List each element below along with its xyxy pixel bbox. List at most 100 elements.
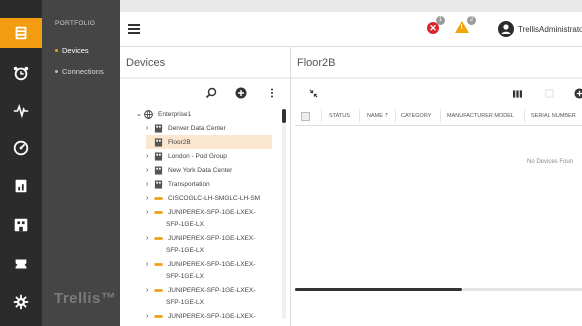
alarm-clock-icon[interactable] [0, 58, 42, 88]
brand-logo: Trellis™ [54, 290, 117, 307]
device-icon [154, 196, 163, 200]
collapse-arrows-icon[interactable] [309, 89, 318, 98]
hamburger-menu-icon[interactable] [128, 24, 140, 34]
device-icon [154, 210, 163, 214]
tree-item-label: SFP-1GE-LX [166, 220, 204, 228]
nav-item-label: Devices [62, 46, 89, 55]
tree-item-enterprise[interactable]: ⌄ Enterprise1 [136, 107, 191, 121]
chevron-right-icon[interactable]: › [146, 125, 154, 132]
chevron-right-icon[interactable]: › [146, 261, 154, 268]
connections-icon[interactable] [0, 249, 42, 279]
globe-icon [144, 109, 153, 119]
bullet-icon [55, 49, 58, 52]
warning-mark: ! [460, 24, 463, 31]
tree-item-label: JUNIPEREX-SFP-1GE-LXEX- [168, 286, 256, 294]
portfolio-icon[interactable] [0, 18, 42, 48]
tree-item-label: London - Pod Group [168, 152, 227, 160]
column-header-serial-number[interactable]: SERIAL NUMBER [531, 113, 576, 119]
column-header-name[interactable]: NAME ⇡ [367, 113, 389, 119]
nav-title: PORTFOLIO [55, 20, 96, 27]
tree-item-label: New York Data Center [168, 166, 233, 174]
tree-item-label: JUNIPEREX-SFP-1GE-LXEX- [168, 208, 256, 216]
building-icon [154, 151, 163, 161]
empty-state-message: No Devices Foun [527, 159, 574, 165]
search-icon[interactable] [205, 87, 217, 99]
device-icon [154, 236, 163, 240]
floor-panel-title: Floor2B [297, 57, 336, 69]
tree-item-continued: SFP-1GE-LX [166, 269, 204, 283]
portfolio-nav: PORTFOLIO Devices Connections Trellis™ [42, 0, 120, 326]
building-icon [154, 165, 163, 175]
tree-item-label: SFP-1GE-LX [166, 246, 204, 254]
tree-item-label: CISCOGLC-LH-SMGLC-LH-SM [168, 194, 261, 202]
tree-item-label: JUNIPEREX-SFP-1GE-LXEX- [168, 260, 256, 268]
user-name[interactable]: TrellisAdministrato [518, 25, 582, 34]
tree-item[interactable]: › London - Pod Group [146, 149, 227, 163]
chevron-right-icon[interactable]: › [146, 167, 154, 174]
user-avatar-icon[interactable] [498, 21, 514, 37]
header-checkbox[interactable] [301, 112, 310, 121]
icon-rail [0, 0, 42, 326]
tree-item[interactable]: › JUNIPEREX-SFP-1GE-LXEX- [146, 309, 255, 323]
tree-item-label: Floor2B [168, 138, 191, 146]
chevron-right-icon[interactable]: › [146, 287, 154, 294]
tree-item-selected[interactable]: Floor2B [146, 135, 272, 149]
tree-item-label: JUNIPEREX-SFP-1GE-LXEX- [168, 312, 256, 320]
devices-panel-title: Devices [126, 57, 166, 69]
table-hscroll-thumb[interactable] [295, 288, 462, 291]
nav-item-devices[interactable]: Devices [55, 46, 89, 55]
device-tree: ⌄ Enterprise1 › Denver Data Center Floor… [120, 107, 280, 326]
bullet-icon [55, 70, 58, 73]
add-icon[interactable] [574, 88, 582, 99]
divider [291, 77, 582, 79]
chevron-right-icon[interactable]: › [146, 195, 154, 202]
warning-count-badge: 2 [467, 16, 476, 25]
tree-item-label: Transportation [168, 180, 210, 188]
columns-view-icon[interactable] [513, 90, 522, 98]
nav-item-connections[interactable]: Connections [55, 67, 104, 76]
divider [120, 77, 290, 79]
tree-item-continued: SFP-1GE-LX [166, 243, 204, 257]
tree-scrollbar-thumb[interactable] [282, 109, 286, 123]
chevron-right-icon[interactable]: › [146, 153, 154, 160]
chevron-right-icon[interactable]: › [146, 181, 154, 188]
tree-item-label: JUNIPEREX-SFP-1GE-LXEX- [168, 234, 256, 242]
devices-panel: Devices ⌄ Enterprise1 › Denver Data Cent… [120, 47, 291, 326]
tree-item-label: SFP-1GE-LX [166, 272, 204, 280]
device-icon [154, 288, 163, 292]
nav-item-label: Connections [62, 67, 104, 76]
tree-item-label: SFP-1GE-LX [166, 298, 204, 306]
more-vertical-icon[interactable] [266, 87, 278, 99]
settings-gear-icon[interactable] [0, 287, 42, 317]
building-icon [154, 123, 163, 133]
gauge-icon[interactable] [0, 133, 42, 163]
tree-item-continued: SFP-1GE-LX [166, 295, 204, 309]
select-all-icon[interactable] [545, 89, 554, 98]
building-icon [154, 137, 163, 147]
tree-item[interactable]: › Denver Data Center [146, 121, 226, 135]
floor-panel: Floor2B STATUS NAME ⇡ CATEGORY MANUFACTU… [291, 47, 582, 326]
top-bar: ✕ 1 ! 2 TrellisAdministrato [120, 12, 582, 47]
tree-item-label: Denver Data Center [168, 124, 226, 132]
device-icon [154, 262, 163, 266]
activity-icon[interactable] [0, 96, 42, 126]
tree-item[interactable]: › New York Data Center [146, 163, 232, 177]
tree-item-continued: SFP-1GE-LX [166, 217, 204, 231]
column-header-status[interactable]: STATUS [329, 113, 350, 119]
column-header-manufacturer-model[interactable]: MANUFACTURER MODEL [447, 113, 514, 119]
device-icon [154, 314, 163, 318]
building-icon [154, 179, 163, 189]
add-icon[interactable] [235, 87, 247, 99]
report-icon[interactable] [0, 171, 42, 201]
tree-scrollbar-track[interactable] [282, 109, 286, 319]
chevron-right-icon[interactable]: › [146, 235, 154, 242]
column-header-category[interactable]: CATEGORY [401, 113, 431, 119]
tree-item-label: Enterprise1 [158, 110, 192, 118]
error-count-badge: 1 [436, 16, 445, 25]
chevron-right-icon[interactable]: › [146, 313, 154, 320]
tree-item[interactable]: › Transportation [146, 177, 210, 191]
building-icon[interactable] [0, 210, 42, 240]
chevron-down-icon[interactable]: ⌄ [136, 110, 144, 118]
tree-item[interactable]: › CISCOGLC-LH-SMGLC-LH-SM [146, 191, 260, 205]
chevron-right-icon[interactable]: › [146, 209, 154, 216]
